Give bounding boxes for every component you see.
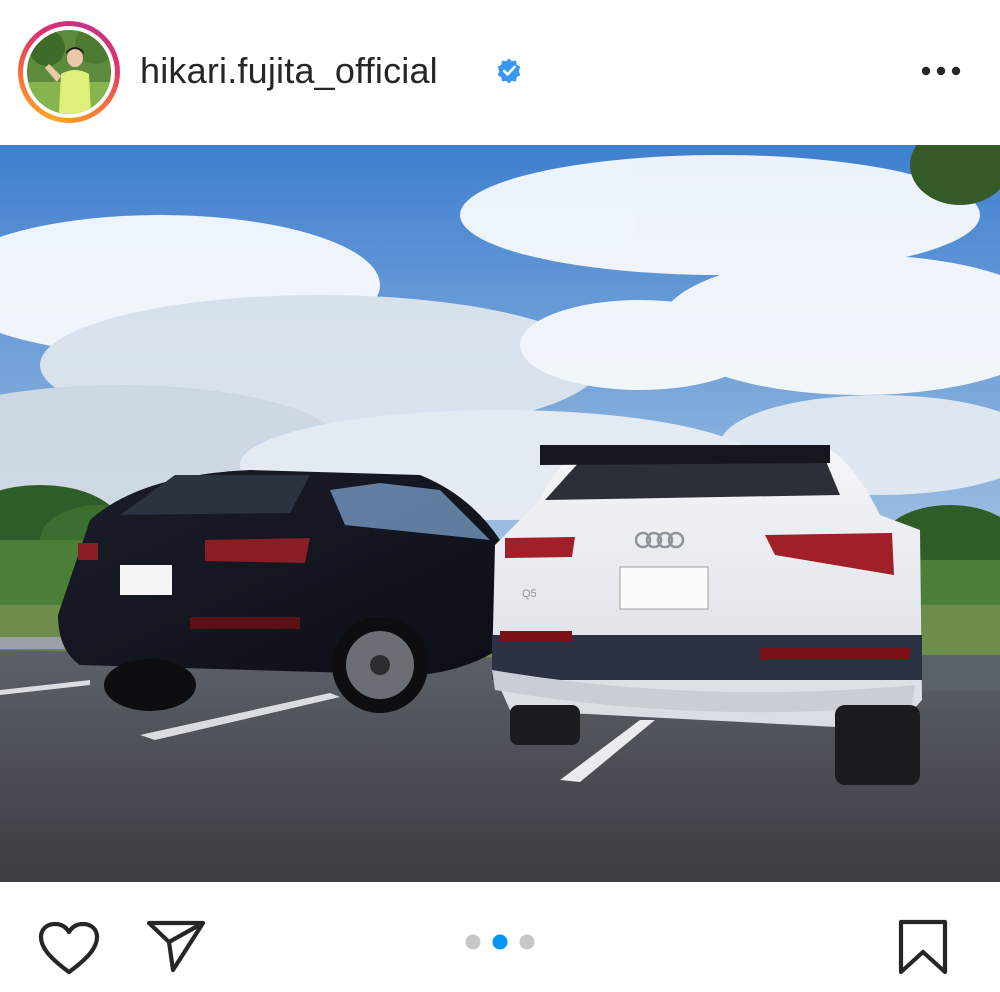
verified-badge-icon <box>497 58 521 84</box>
story-ring[interactable] <box>18 21 120 123</box>
carousel-dot-active[interactable] <box>492 934 508 950</box>
post-header: hikari.fujita_official <box>0 0 1000 145</box>
carousel-indicator <box>465 934 535 950</box>
carousel-dot[interactable] <box>465 934 481 950</box>
carousel-dot[interactable] <box>519 934 535 950</box>
bookmark-outline-icon[interactable] <box>896 918 950 976</box>
paper-plane-icon[interactable] <box>145 918 207 974</box>
q5-badge: Q5 <box>522 588 537 600</box>
profile-avatar[interactable] <box>27 30 111 114</box>
post-actions <box>0 882 1000 992</box>
username[interactable]: hikari.fujita_official <box>140 50 438 92</box>
post-photo[interactable]: Q5 <box>0 145 1000 882</box>
heart-outline-icon[interactable] <box>37 920 101 976</box>
more-horizontal-icon[interactable] <box>920 60 962 82</box>
